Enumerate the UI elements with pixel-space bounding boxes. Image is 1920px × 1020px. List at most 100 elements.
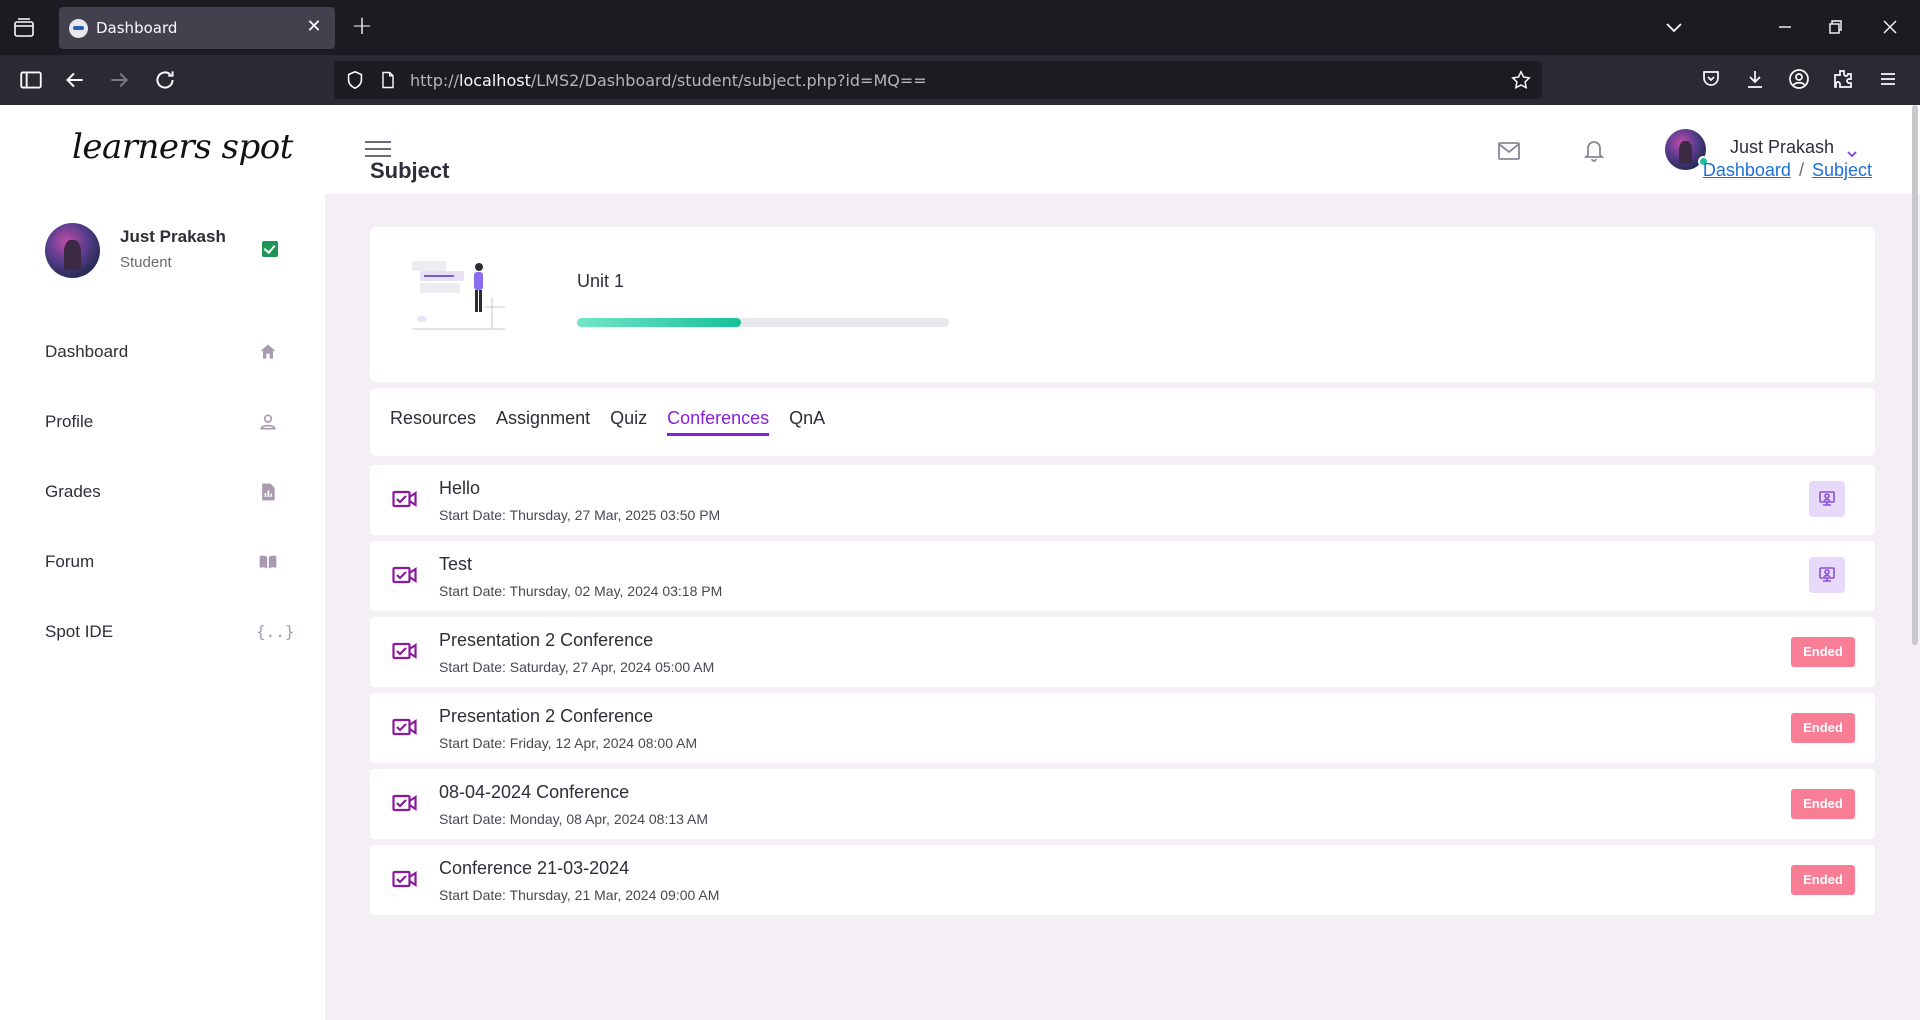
conference-title: Presentation 2 Conference [439,630,654,650]
tab-resources[interactable]: Resources [390,408,476,436]
site-favicon-icon [69,19,88,38]
profile-name: Just Prakash [120,227,226,246]
tab-title: Dashboard [96,19,178,37]
list-item[interactable]: Conference 21-03-2024 Start Date: Thursd… [370,845,1875,915]
tab-quiz[interactable]: Quiz [610,408,647,436]
status-badge: Ended [1791,789,1855,819]
user-menu-name[interactable]: Just Prakash [1730,137,1834,158]
user-icon [256,412,280,436]
unit-progress-bar [577,318,949,327]
list-item[interactable]: 08-04-2024 Conference Start Date: Monday… [370,769,1875,839]
sidebar-item-profile[interactable]: Profile [0,390,325,460]
join-conference-button[interactable] [1809,557,1845,593]
profile-role: Student [120,254,172,271]
breadcrumb-separator: / [1798,160,1804,180]
forward-icon[interactable] [106,67,132,93]
join-conference-button[interactable] [1809,481,1845,517]
conference-date: Start Date: Friday, 12 Apr, 2024 08:00 A… [439,735,698,751]
video-check-icon [392,794,418,812]
restore-icon[interactable] [1823,15,1847,39]
browser-toolbar: http://localhost/LMS2/Dashboard/student/… [0,55,1920,105]
tab-strip: Dashboard ✕ + [0,0,1920,55]
status-badge: Ended [1791,865,1855,895]
conference-title: Hello [439,478,481,498]
sidebar-menu: Dashboard Profile Grades Forum Spot IDE … [0,342,325,745]
sidebar-toggle-icon[interactable] [18,67,44,93]
pocket-icon[interactable] [1699,67,1725,93]
conference-title: 08-04-2024 Conference [439,782,630,802]
sidebar-item-spot-ide[interactable]: Spot IDE {..} [0,600,325,670]
extensions-icon[interactable] [1831,67,1857,93]
app-menu-icon[interactable] [1876,67,1902,93]
verified-badge-icon [262,241,278,257]
conference-date: Start Date: Saturday, 27 Apr, 2024 05:00… [439,659,715,675]
video-check-icon [392,642,418,660]
video-check-icon [392,718,418,736]
sidebar-item-label: Dashboard [45,342,129,361]
conference-list: Hello Start Date: Thursday, 27 Mar, 2025… [370,465,1875,921]
minimize-icon[interactable] [1773,15,1797,39]
book-icon [256,552,280,576]
tab-list-icon[interactable] [12,16,38,40]
video-check-icon [392,870,418,888]
close-window-icon[interactable] [1878,15,1902,39]
tab-assignment[interactable]: Assignment [496,408,590,436]
unit-illustration [412,261,505,330]
sidebar: learners spot Just Prakash Student Dashb… [0,105,325,1020]
sidebar-item-label: Forum [45,552,95,571]
page-icon[interactable] [378,70,398,94]
breadcrumb: Dashboard / Subject [1703,160,1872,181]
tab-conferences[interactable]: Conferences [667,408,770,436]
shield-icon[interactable] [344,69,366,95]
bookmark-star-icon[interactable] [1510,69,1532,95]
home-icon [256,342,280,366]
new-tab-button[interactable]: + [350,13,374,39]
back-icon[interactable] [62,67,88,93]
unit-card: Unit 1 [370,227,1875,382]
conference-date: Start Date: Thursday, 02 May, 2024 03:18… [439,583,723,599]
sidebar-item-label: Profile [45,412,94,431]
reload-icon[interactable] [152,67,178,93]
report-icon [256,482,280,506]
conference-date: Start Date: Thursday, 27 Mar, 2025 03:50… [439,507,721,523]
list-item[interactable]: Presentation 2 Conference Start Date: Sa… [370,617,1875,687]
video-check-icon [392,490,418,508]
avatar [45,223,100,278]
breadcrumb-dashboard-link[interactable]: Dashboard [1703,160,1791,180]
page-header: Subject Dashboard / Subject [370,158,1872,198]
address-bar[interactable]: http://localhost/LMS2/Dashboard/student/… [334,61,1542,99]
conference-date: Start Date: Thursday, 21 Mar, 2024 09:00… [439,887,720,903]
chevron-down-icon[interactable] [1846,145,1858,158]
browser-tab[interactable]: Dashboard ✕ [59,7,335,49]
browser-window: Dashboard ✕ + http://localhost/LMS2/Dash… [0,0,1920,1020]
page-scrollbar[interactable] [1912,105,1918,645]
unit-progress-fill [577,318,741,327]
sidebar-item-label: Spot IDE [45,622,114,641]
account-icon[interactable] [1787,67,1813,93]
close-tab-icon[interactable]: ✕ [303,16,325,38]
list-item[interactable]: Presentation 2 Conference Start Date: Fr… [370,693,1875,763]
breadcrumb-subject-link[interactable]: Subject [1812,160,1872,180]
sidebar-item-label: Grades [45,482,101,501]
unit-title: Unit 1 [577,271,625,291]
list-item[interactable]: Test Start Date: Thursday, 02 May, 2024 … [370,541,1875,611]
braces-icon: {..} [256,622,295,641]
video-check-icon [392,566,418,584]
page-title: Subject [370,158,450,183]
tab-qna[interactable]: QnA [789,408,825,436]
sidebar-item-forum[interactable]: Forum [0,530,325,600]
conference-title: Presentation 2 Conference [439,706,654,726]
sidebar-item-grades[interactable]: Grades [0,460,325,530]
logo[interactable]: learners spot [72,127,293,167]
status-badge: Ended [1791,637,1855,667]
url-text[interactable]: http://localhost/LMS2/Dashboard/student/… [410,71,927,90]
conference-date: Start Date: Monday, 08 Apr, 2024 08:13 A… [439,811,709,827]
presentation-icon [1819,567,1835,582]
sidebar-item-dashboard[interactable]: Dashboard [0,320,325,390]
download-icon[interactable] [1743,67,1769,93]
tab-overflow-chevron-icon[interactable] [1662,15,1686,39]
list-item[interactable]: Hello Start Date: Thursday, 27 Mar, 2025… [370,465,1875,535]
conference-title: Conference 21-03-2024 [439,858,630,878]
status-badge: Ended [1791,713,1855,743]
profile-card: Just Prakash Student [45,219,285,279]
